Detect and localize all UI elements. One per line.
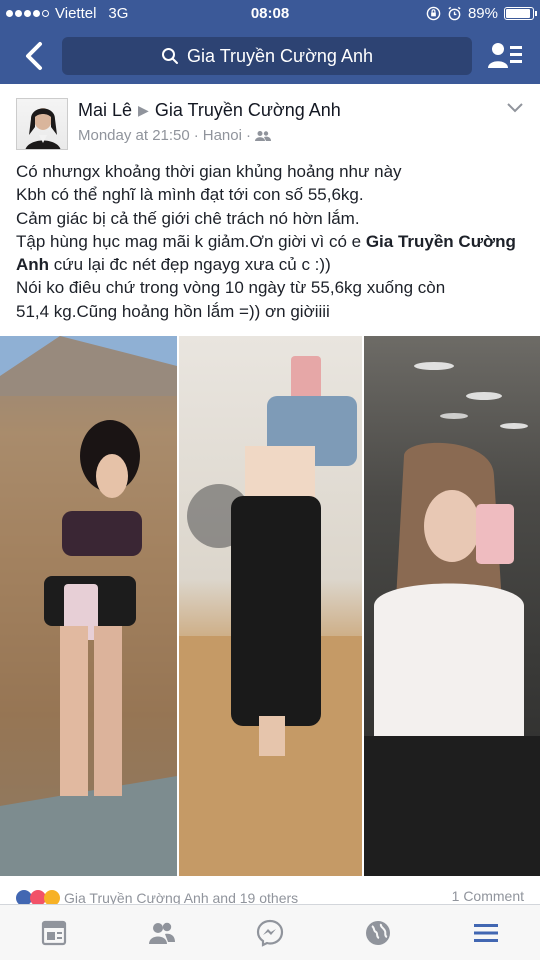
search-icon — [162, 48, 179, 64]
target-page-name[interactable]: Gia Truyền Cường Anh — [155, 100, 341, 121]
post-text-line: Tập hùng hục mag mãi k giảm.Ơn giời vì c… — [16, 231, 516, 275]
alarm-icon — [448, 6, 461, 21]
messenger-icon — [256, 919, 284, 947]
author-name[interactable]: Mai Lê — [78, 100, 132, 121]
tab-notifications[interactable] — [324, 905, 432, 960]
tab-messenger[interactable] — [216, 905, 324, 960]
post-text-line: Có nhưngx khoảng thời gian khủng hoảng n… — [16, 162, 402, 181]
post-options-chevron-icon[interactable] — [506, 102, 524, 114]
search-query: Gia Truyền Cường Anh — [187, 45, 373, 66]
shared-to-arrow-icon: ▶ — [138, 102, 149, 118]
tab-more[interactable] — [432, 905, 540, 960]
post-text-line: 51,4 kg.Cũng hoảng hồn lắm =)) ơn giờiii… — [16, 301, 330, 321]
battery-percent: 89% — [467, 5, 498, 22]
photo-grid — [0, 336, 540, 876]
post-photo-3[interactable] — [364, 336, 540, 876]
battery-icon — [504, 7, 537, 20]
post-text-line: Nói ko điêu chứ trong vòng 10 ngày từ 55… — [16, 278, 446, 298]
news-feed-icon — [41, 920, 67, 945]
post-text-line: Kbh có thể nghĩ là mình đạt tới con số 5… — [16, 185, 364, 205]
search-input[interactable]: Gia Truyền Cường Anh — [62, 37, 472, 75]
post-photo-2[interactable] — [179, 336, 362, 876]
post-meta: Monday at 21:50 · Hanoi · — [78, 127, 271, 144]
tab-news-feed[interactable] — [0, 905, 108, 960]
friend-requests-icon — [149, 922, 175, 944]
post-photo-1[interactable] — [0, 336, 177, 876]
bottom-tab-bar — [0, 904, 540, 960]
profile-list-icon[interactable] — [488, 40, 522, 72]
back-arrow-icon[interactable] — [20, 38, 50, 74]
post-header: Mai Lê ▶ Gia Truyền Cường Anh — [78, 100, 341, 121]
status-bar: Viettel 3G 08:08 89% — [0, 0, 540, 28]
post-timestamp[interactable]: Monday at 21:50 — [78, 127, 190, 144]
post-text-line: Cảm giác bị cả thế giới chê trách nó hờn… — [16, 208, 360, 228]
top-nav-bar: Gia Truyền Cường Anh — [0, 28, 540, 84]
tab-friend-requests[interactable] — [108, 905, 216, 960]
more-menu-icon — [474, 923, 498, 942]
notifications-globe-icon — [366, 920, 390, 945]
rotation-lock-icon — [426, 6, 441, 21]
friends-audience-icon — [254, 130, 271, 141]
post-location[interactable]: Hanoi — [203, 127, 242, 144]
post-text: Có nhưngx khoảng thời gian khủng hoảng n… — [16, 160, 528, 323]
avatar[interactable] — [16, 98, 68, 150]
